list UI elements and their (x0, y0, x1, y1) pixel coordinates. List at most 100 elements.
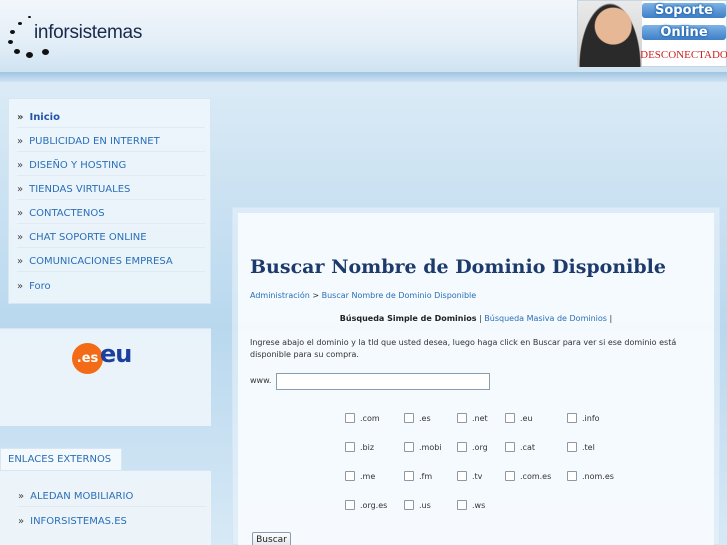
tld-checkbox[interactable] (457, 413, 467, 423)
raquo-icon: » (17, 112, 24, 123)
tld-checkbox[interactable] (345, 471, 355, 481)
menu-item-chat[interactable]: » CHAT SOPORTE ONLINE (17, 228, 205, 248)
tld-option[interactable]: .com.es (505, 469, 551, 483)
raquo-icon: » (18, 491, 25, 502)
breadcrumb-root-link[interactable]: Administración (250, 291, 310, 300)
ext-link-inforsistemas[interactable]: » INFORSISTEMAS.ES (18, 511, 206, 531)
menu-item-label: CONTACTENOS (29, 208, 105, 219)
menu-item-contactenos[interactable]: » CONTACTENOS (17, 204, 205, 224)
tld-label: .es (419, 413, 431, 423)
www-label: www. (250, 376, 272, 385)
ext-link-aledan[interactable]: » ALEDAN MOBILIARIO (18, 487, 206, 507)
breadcrumb-separator: > (312, 291, 320, 300)
menu-item-label: CHAT SOPORTE ONLINE (29, 232, 147, 243)
site-header: inforsistemas Soporte Online DESCONECTAD… (0, 0, 727, 72)
tld-label: .tel (582, 442, 595, 452)
support-title-line2: Online (642, 25, 726, 40)
tld-checkbox[interactable] (404, 413, 414, 423)
external-links-panel: » ALEDAN MOBILIARIO » INFORSISTEMAS.ES (0, 470, 211, 545)
tld-checkbox[interactable] (345, 413, 355, 423)
tab-simple-search[interactable]: Búsqueda Simple de Dominios (340, 314, 477, 323)
tld-label: .eu (520, 413, 533, 423)
tld-option[interactable]: .com (345, 411, 380, 425)
tld-option[interactable]: .nom.es (567, 469, 614, 483)
tld-label: .fm (419, 471, 433, 481)
tab-separator: | (609, 314, 613, 323)
menu-item-label: INFORSISTEMAS.ES (30, 515, 127, 527)
menu-item-label: TIENDAS VIRTUALES (29, 184, 131, 195)
eseu-banner-eu[interactable]: eu (100, 340, 132, 368)
tld-label: .biz (360, 442, 375, 452)
support-online-widget[interactable]: Soporte Online DESCONECTADO (577, 0, 727, 67)
search-button[interactable]: Buscar (252, 532, 291, 545)
tld-label: .net (472, 413, 488, 423)
tld-checkbox[interactable] (505, 442, 515, 452)
tld-checkbox[interactable] (567, 471, 577, 481)
tld-option[interactable]: .org (457, 440, 488, 454)
external-links-title: ENLACES EXTERNOS (0, 448, 122, 470)
raquo-icon: » (17, 256, 24, 267)
breadcrumb: Administración > Buscar Nombre de Domini… (250, 291, 476, 300)
raquo-icon: » (17, 232, 24, 243)
tld-label: .mobi (419, 442, 442, 452)
menu-item-inicio[interactable]: » Inicio (17, 108, 205, 128)
tld-checkbox[interactable] (457, 442, 467, 452)
tld-checkbox[interactable] (505, 471, 515, 481)
tab-massive-search[interactable]: Búsqueda Masiva de Dominios (484, 314, 607, 323)
tld-option[interactable]: .ws (457, 498, 485, 512)
tld-option[interactable]: .tv (457, 469, 482, 483)
menu-item-label: Foro (29, 280, 51, 292)
tld-option[interactable]: .mobi (404, 440, 442, 454)
tld-label: .nom.es (582, 471, 614, 481)
menu-item-publicidad[interactable]: » PUBLICIDAD EN INTERNET (17, 132, 205, 152)
logo-text: inforsistemas (34, 22, 143, 43)
tld-option[interactable]: .cat (505, 440, 535, 454)
domain-input[interactable] (276, 373, 490, 390)
eseu-banner-es[interactable]: .es (72, 343, 103, 374)
tld-checkbox[interactable] (457, 500, 467, 510)
support-status: DESCONECTADO (640, 49, 727, 61)
tld-checkbox[interactable] (567, 442, 577, 452)
tld-option[interactable]: .eu (505, 411, 533, 425)
tld-option[interactable]: .biz (345, 440, 374, 454)
tld-checkbox[interactable] (505, 413, 515, 423)
search-mode-tabs: Búsqueda Simple de Dominios | Búsqueda M… (238, 314, 714, 323)
menu-item-comunicaciones[interactable]: » COMUNICACIONES EMPRESA (17, 252, 205, 272)
tld-label: .us (419, 500, 431, 510)
tld-option[interactable]: .tel (567, 440, 595, 454)
tld-label: .org (472, 442, 488, 452)
tld-checkbox[interactable] (345, 442, 355, 452)
tld-option[interactable]: .net (457, 411, 488, 425)
tld-checkbox[interactable] (404, 442, 414, 452)
instructions-text: Ingrese abajo el dominio y la tld que us… (250, 338, 677, 359)
tld-checkbox[interactable] (345, 500, 355, 510)
raquo-icon: » (17, 160, 24, 171)
menu-item-label: PUBLICIDAD EN INTERNET (29, 136, 160, 147)
raquo-icon: » (17, 136, 24, 147)
tld-label: .ws (472, 500, 486, 510)
tld-option[interactable]: .us (404, 498, 431, 512)
tld-label: .com.es (520, 471, 552, 481)
tld-checkbox[interactable] (457, 471, 467, 481)
menu-item-label: COMUNICACIONES EMPRESA (29, 256, 173, 267)
menu-item-tiendas[interactable]: » TIENDAS VIRTUALES (17, 180, 205, 200)
site-logo[interactable]: inforsistemas (4, 12, 144, 62)
tld-checkbox[interactable] (404, 471, 414, 481)
tld-option[interactable]: .es (404, 411, 431, 425)
tld-label: .org.es (360, 500, 388, 510)
tld-option[interactable]: .org.es (345, 498, 387, 512)
menu-item-label: ALEDAN MOBILIARIO (30, 491, 134, 502)
tld-checkbox[interactable] (404, 500, 414, 510)
raquo-icon: » (18, 515, 25, 527)
tld-option[interactable]: .fm (404, 469, 432, 483)
tld-option[interactable]: .me (345, 469, 375, 483)
tab-separator: | (479, 314, 482, 323)
menu-item-diseno[interactable]: » DISEÑO Y HOSTING (17, 156, 205, 176)
tld-label: .info (582, 413, 600, 423)
menu-item-foro[interactable]: » Foro (17, 276, 205, 296)
page-title: Buscar Nombre de Dominio Disponible (250, 256, 666, 278)
support-agent-image (578, 1, 642, 67)
tld-option[interactable]: .info (567, 411, 600, 425)
menu-item-label: DISEÑO Y HOSTING (29, 160, 127, 171)
tld-checkbox[interactable] (567, 413, 577, 423)
